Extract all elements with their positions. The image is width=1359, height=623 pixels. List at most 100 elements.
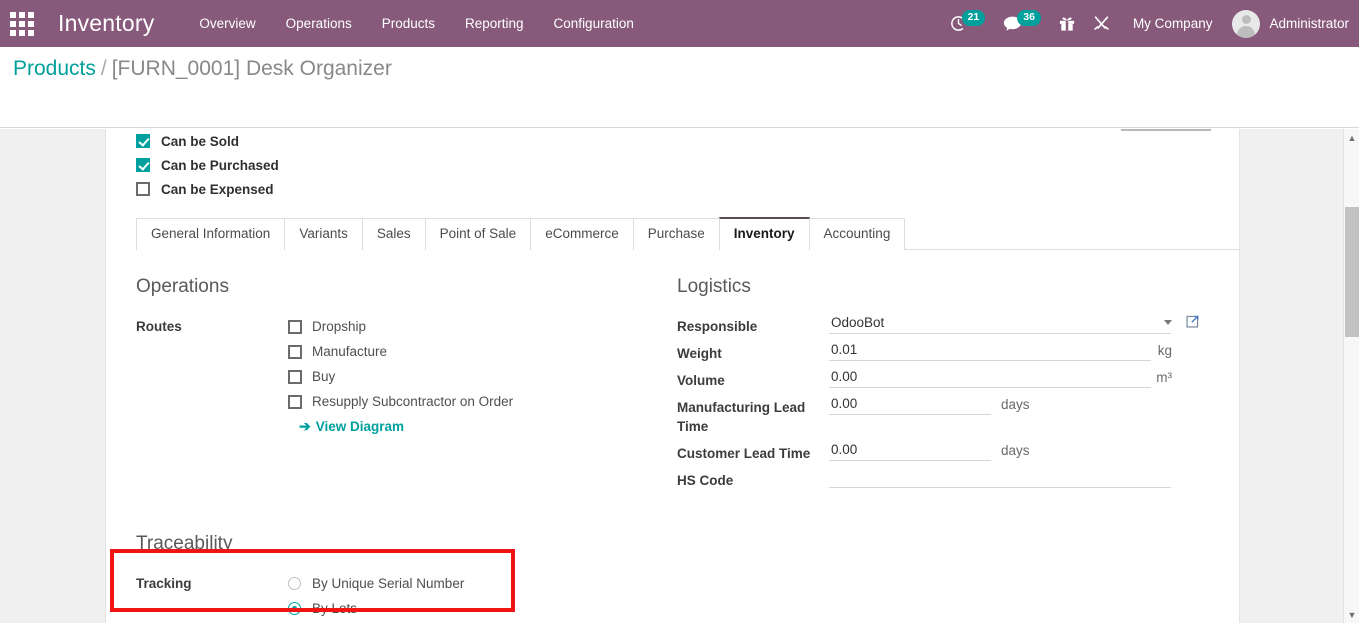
traceability-group: Traceability Tracking By Unique Serial N… — [106, 533, 1239, 623]
apps-grid-icon[interactable] — [10, 11, 34, 36]
checkbox-can-be-purchased[interactable] — [136, 158, 150, 172]
checkbox-dropship[interactable] — [288, 319, 302, 334]
notebook-tabs: General Information Variants Sales Point… — [136, 217, 1239, 250]
flag-can-be-expensed[interactable]: Can be Expensed — [136, 177, 1239, 201]
tab-variants[interactable]: Variants — [284, 218, 363, 250]
menu-item-reporting[interactable]: Reporting — [450, 0, 539, 47]
company-switcher[interactable]: My Company — [1133, 16, 1213, 31]
label-can-be-expensed: Can be Expensed — [161, 181, 274, 197]
breadcrumb-current-record: [FURN_0001] Desk Organizer — [111, 57, 392, 80]
route-dropship[interactable]: Dropship — [288, 314, 513, 339]
volume-field: Volume m³ — [677, 368, 1172, 390]
menu-item-products[interactable]: Products — [367, 0, 450, 47]
manufacturing-lead-time-field: Manufacturing Lead Time days — [677, 395, 1172, 436]
developer-tools-menu[interactable] — [1093, 15, 1110, 32]
manufacturing-lead-time-input[interactable] — [829, 395, 991, 415]
checkbox-manufacture[interactable] — [288, 344, 302, 359]
volume-input[interactable] — [829, 368, 1151, 388]
route-resupply-subcontractor[interactable]: Resupply Subcontractor on Order — [288, 389, 513, 414]
radio-by-lots[interactable] — [288, 602, 301, 615]
breadcrumb-separator: / — [100, 57, 107, 80]
checkbox-can-be-expensed[interactable] — [136, 182, 150, 196]
tracking-label: Tracking — [136, 576, 192, 591]
app-brand-title[interactable]: Inventory — [58, 10, 154, 37]
label-can-be-purchased: Can be Purchased — [161, 157, 279, 173]
label-by-unique-serial-number: By Unique Serial Number — [312, 576, 465, 591]
menu-item-configuration[interactable]: Configuration — [539, 0, 649, 47]
label-dropship: Dropship — [312, 319, 367, 334]
weight-input[interactable] — [829, 341, 1151, 361]
tools-wrench-icon — [1094, 16, 1109, 30]
inventory-tab-content: Operations Routes Dropship Manufacture B… — [106, 250, 1239, 495]
traceability-title: Traceability — [136, 533, 233, 554]
routes-label: Routes — [136, 319, 182, 334]
route-manufacture[interactable]: Manufacture — [288, 339, 513, 364]
form-scroll-container[interactable]: Can be Sold Can be Purchased Can be Expe… — [0, 129, 1343, 623]
label-by-lots: By Lots — [312, 601, 358, 616]
tracking-field: Tracking By Unique Serial Number By Lots — [136, 571, 1239, 621]
operations-group: Operations Routes Dropship Manufacture B… — [106, 276, 642, 495]
menu-item-operations[interactable]: Operations — [271, 0, 367, 47]
weight-unit: kg — [1157, 343, 1172, 358]
volume-unit: m³ — [1156, 370, 1172, 385]
label-buy: Buy — [312, 369, 336, 384]
vertical-scrollbar[interactable]: ▲ ▼ — [1343, 129, 1359, 623]
logistics-title: Logistics — [677, 276, 751, 297]
tab-sales[interactable]: Sales — [361, 218, 426, 250]
routes-options: Dropship Manufacture Buy Resupply Subcon… — [288, 314, 513, 435]
breadcrumb: Products / [FURN_0001] Desk Organizer — [13, 57, 392, 81]
top-navbar: Inventory Overview Operations Products R… — [0, 0, 1359, 47]
tab-point-of-sale[interactable]: Point of Sale — [424, 218, 532, 250]
tracking-option-lots[interactable]: By Lots — [288, 596, 464, 621]
tracking-option-serial[interactable]: By Unique Serial Number — [288, 571, 464, 596]
tab-accounting[interactable]: Accounting — [808, 218, 906, 250]
flag-can-be-sold[interactable]: Can be Sold — [136, 129, 1239, 153]
systray: 21 36 My Company Administrator — [941, 0, 1359, 47]
tab-ecommerce[interactable]: eCommerce — [530, 218, 634, 250]
external-link-icon[interactable] — [1186, 314, 1200, 333]
breadcrumb-products-link[interactable]: Products — [13, 57, 96, 80]
scrollbar-thumb[interactable] — [1345, 207, 1359, 337]
hs-code-label: HS Code — [677, 473, 734, 488]
tab-inventory[interactable]: Inventory — [718, 217, 810, 250]
customer-lead-time-field: Customer Lead Time days — [677, 441, 1172, 463]
menu-item-overview[interactable]: Overview — [184, 0, 270, 47]
scroll-down-arrow-icon[interactable]: ▼ — [1344, 606, 1359, 623]
messaging-counter: 36 — [1017, 9, 1041, 26]
checkbox-resupply-subcontractor[interactable] — [288, 394, 302, 409]
scrolled-field-remnant — [1121, 129, 1211, 131]
avatar — [1232, 9, 1261, 38]
chevron-down-icon[interactable] — [1164, 320, 1172, 325]
route-buy[interactable]: Buy — [288, 364, 513, 389]
routes-field: Routes Dropship Manufacture Buy Resupply… — [136, 314, 642, 435]
arrow-right-icon: ➔ — [299, 418, 311, 434]
user-menu[interactable]: Administrator — [1232, 9, 1349, 38]
tab-general-information[interactable]: General Information — [136, 218, 286, 250]
flag-can-be-purchased[interactable]: Can be Purchased — [136, 153, 1239, 177]
scroll-up-arrow-icon[interactable]: ▲ — [1344, 129, 1359, 146]
messaging-menu[interactable]: 36 — [1003, 9, 1041, 32]
gift-icon — [1059, 17, 1075, 31]
user-name-label: Administrator — [1269, 16, 1349, 31]
responsible-field: Responsible — [677, 314, 1199, 336]
hs-code-field: HS Code — [677, 468, 1172, 490]
view-diagram-link[interactable]: ➔ View Diagram — [299, 418, 513, 435]
logistics-group: Logistics Responsible OdooBot Weight 0.0… — [642, 276, 1199, 495]
volume-label: Volume — [677, 373, 725, 388]
manufacturing-lead-time-unit: days — [1001, 397, 1030, 412]
weight-label: Weight — [677, 346, 722, 361]
checkbox-can-be-sold[interactable] — [136, 134, 150, 148]
gift-menu[interactable] — [1059, 15, 1075, 32]
tracking-options: By Unique Serial Number By Lots — [288, 571, 464, 621]
responsible-input[interactable] — [829, 314, 1171, 334]
tab-purchase[interactable]: Purchase — [632, 218, 720, 250]
activity-menu[interactable]: 21 — [950, 9, 986, 32]
hs-code-input[interactable] — [829, 468, 1171, 488]
radio-by-unique-serial-number[interactable] — [288, 577, 301, 590]
control-panel: Products/[FURN_0001] Desk Organizer SAVE… — [0, 47, 1359, 166]
customer-lead-time-input[interactable] — [829, 441, 991, 461]
checkbox-buy[interactable] — [288, 369, 302, 384]
activity-counter: 21 — [961, 9, 986, 26]
label-resupply-subcontractor: Resupply Subcontractor on Order — [312, 394, 514, 409]
product-form-sheet: Can be Sold Can be Purchased Can be Expe… — [105, 129, 1240, 623]
